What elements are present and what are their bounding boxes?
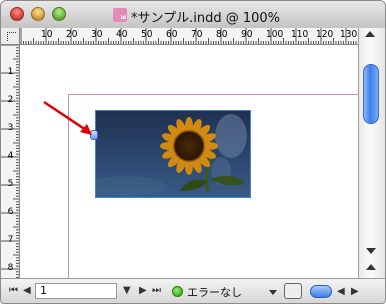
image-frame[interactable] (95, 110, 251, 198)
page-number-value: 1 (40, 284, 47, 297)
preflight-status-text[interactable]: エラーなし (187, 284, 242, 300)
ruler-label: 120 (316, 29, 334, 40)
ruler-label: 2 (7, 95, 14, 105)
red-arrow-annotation (43, 100, 92, 135)
close-icon[interactable] (10, 7, 24, 21)
sunflower-image (96, 111, 250, 197)
ruler-label: 6 (7, 207, 14, 217)
indesign-document-icon: id (113, 8, 127, 22)
zoom-icon[interactable] (52, 7, 66, 21)
next-page-button[interactable]: ▶ (139, 284, 147, 298)
horizontal-scroll-thumb[interactable] (310, 285, 332, 298)
ruler-label: 50 (141, 29, 153, 40)
ruler-label: 1 (7, 67, 14, 77)
status-bar: ⏮ ◀ 1 ▼ ▶ ⏭ エラーなし ◀ ▶ (1, 278, 385, 303)
ruler-origin[interactable] (1, 28, 20, 45)
document-canvas[interactable] (20, 45, 358, 278)
ruler-label: 4 (7, 151, 14, 161)
doc-icon-badge: id (120, 15, 126, 21)
document-window: id *サンプル.indd @ 100% 10 20 30 40 50 60 7… (0, 0, 386, 304)
vertical-ruler[interactable]: 1 2 3 4 5 6 7 8 (1, 45, 20, 278)
preflight-status-icon (172, 286, 183, 297)
previous-page-button[interactable]: ◀ (23, 284, 31, 298)
scroll-up-arrow-icon[interactable] (366, 264, 376, 270)
minimize-icon[interactable] (31, 7, 45, 21)
scroll-right-arrow-icon[interactable]: ▶ (351, 285, 359, 299)
ruler-label: 90 (241, 29, 253, 40)
last-page-button[interactable]: ⏭ (152, 284, 161, 298)
title-bar[interactable]: id *サンプル.indd @ 100% (1, 1, 385, 29)
page-menu-button[interactable]: ▼ (123, 284, 131, 298)
preflight-menu-chevron-icon[interactable] (269, 290, 277, 295)
page-top-edge (68, 94, 358, 95)
scroll-left-arrow-icon[interactable]: ◀ (337, 285, 345, 299)
page-number-field[interactable]: 1 (35, 283, 117, 299)
ruler-label: 130 (340, 29, 358, 40)
scroll-top-arrow-icon[interactable] (365, 31, 375, 37)
window-title: *サンプル.indd @ 100% (131, 11, 281, 26)
ruler-label: 110 (291, 29, 309, 40)
ruler-label: 60 (166, 29, 178, 40)
scroll-down-arrow-icon[interactable] (366, 248, 376, 254)
ruler-label: 20 (66, 29, 78, 40)
vertical-scroll-thumb[interactable] (363, 64, 379, 124)
ruler-label: 80 (216, 29, 228, 40)
first-page-button[interactable]: ⏮ (9, 284, 18, 298)
ruler-label: 5 (7, 179, 14, 189)
ruler-label: 10 (41, 29, 53, 40)
ruler-label: 70 (191, 29, 203, 40)
ruler-label: 3 (7, 123, 14, 133)
ruler-label: 30 (91, 29, 103, 40)
ruler-label: 7 (7, 235, 14, 245)
open-page-icon[interactable] (284, 283, 302, 299)
vertical-scrollbar[interactable] (358, 28, 385, 278)
ruler-label: 100 (266, 29, 284, 40)
ruler-label: 40 (116, 29, 128, 40)
ruler-label: 8 (7, 263, 14, 273)
horizontal-ruler[interactable]: 10 20 30 40 50 60 70 80 90 100 110 120 1… (20, 28, 358, 45)
